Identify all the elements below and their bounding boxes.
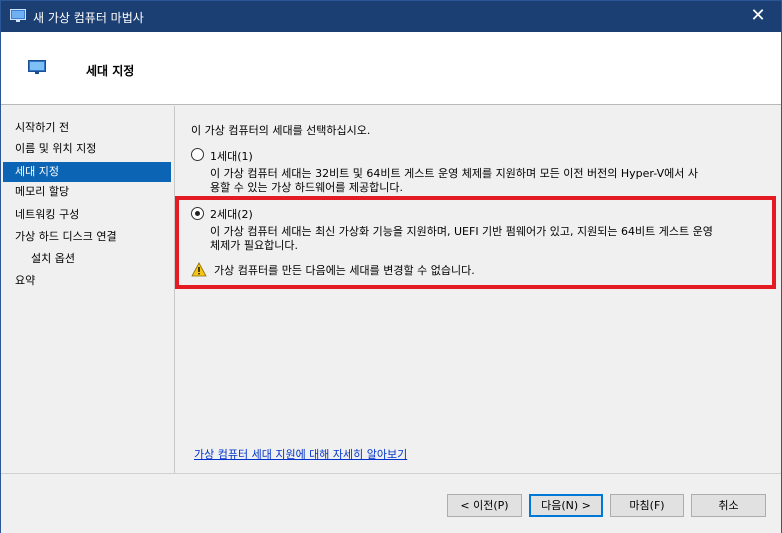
sidebar-item-name-location[interactable]: 이름 및 위치 지정: [1, 139, 173, 159]
next-button[interactable]: 다음(N) >: [529, 494, 603, 517]
wizard-window: 새 가상 컴퓨터 마법사 ✕ 세대 지정 시작하기 전 이름 및 위치 지정 세…: [0, 0, 782, 533]
highlight-box: [175, 196, 776, 289]
wizard-footer: < 이전(P) 다음(N) > 마침(F) 취소: [1, 474, 781, 533]
generation-1-label[interactable]: 1세대(1): [210, 148, 253, 164]
generation-1-description-line: 용할 수 있는 가상 하드웨어를 제공합니다.: [210, 181, 404, 194]
instruction-text: 이 가상 컴퓨터의 세대를 선택하십시오.: [191, 124, 371, 137]
monitor-icon: [28, 60, 46, 74]
sidebar-item-memory[interactable]: 메모리 할당: [1, 182, 173, 202]
sidebar-item-networking[interactable]: 네트워킹 구성: [1, 205, 173, 225]
title-bar: 새 가상 컴퓨터 마법사 ✕: [1, 1, 781, 32]
generation-1-radio[interactable]: [191, 148, 204, 161]
sidebar-item-summary[interactable]: 요약: [1, 271, 173, 291]
sidebar-item-installation-options[interactable]: 설치 옵션: [1, 249, 173, 269]
sidebar-item-before-you-begin[interactable]: 시작하기 전: [1, 118, 173, 138]
finish-button[interactable]: 마침(F): [610, 494, 684, 517]
close-button[interactable]: ✕: [735, 1, 781, 32]
learn-more-link[interactable]: 가상 컴퓨터 세대 지원에 대해 자세히 알아보기: [194, 446, 407, 462]
wizard-steps-sidebar: 시작하기 전 이름 및 위치 지정 세대 지정 메모리 할당 네트워킹 구성 가…: [1, 106, 174, 473]
generation-1-description: 이 가상 컴퓨터 세대는 32비트 및 64비트 게스트 운영 체제를 지원하며…: [210, 167, 750, 195]
page-header: 세대 지정: [1, 32, 781, 105]
page-title: 세대 지정: [86, 64, 135, 78]
cancel-button[interactable]: 취소: [691, 494, 766, 517]
sidebar-item-virtual-hard-disk[interactable]: 가상 하드 디스크 연결: [1, 227, 173, 247]
window-title: 새 가상 컴퓨터 마법사: [33, 11, 144, 25]
hyper-v-app-icon: [10, 9, 26, 23]
previous-button[interactable]: < 이전(P): [447, 494, 522, 517]
generation-1-description-line: 이 가상 컴퓨터 세대는 32비트 및 64비트 게스트 운영 체제를 지원하며…: [210, 167, 698, 180]
main-content: 이 가상 컴퓨터의 세대를 선택하십시오. 1세대(1) 이 가상 컴퓨터 세대…: [175, 106, 781, 473]
sidebar-item-generation[interactable]: 세대 지정: [3, 162, 171, 182]
